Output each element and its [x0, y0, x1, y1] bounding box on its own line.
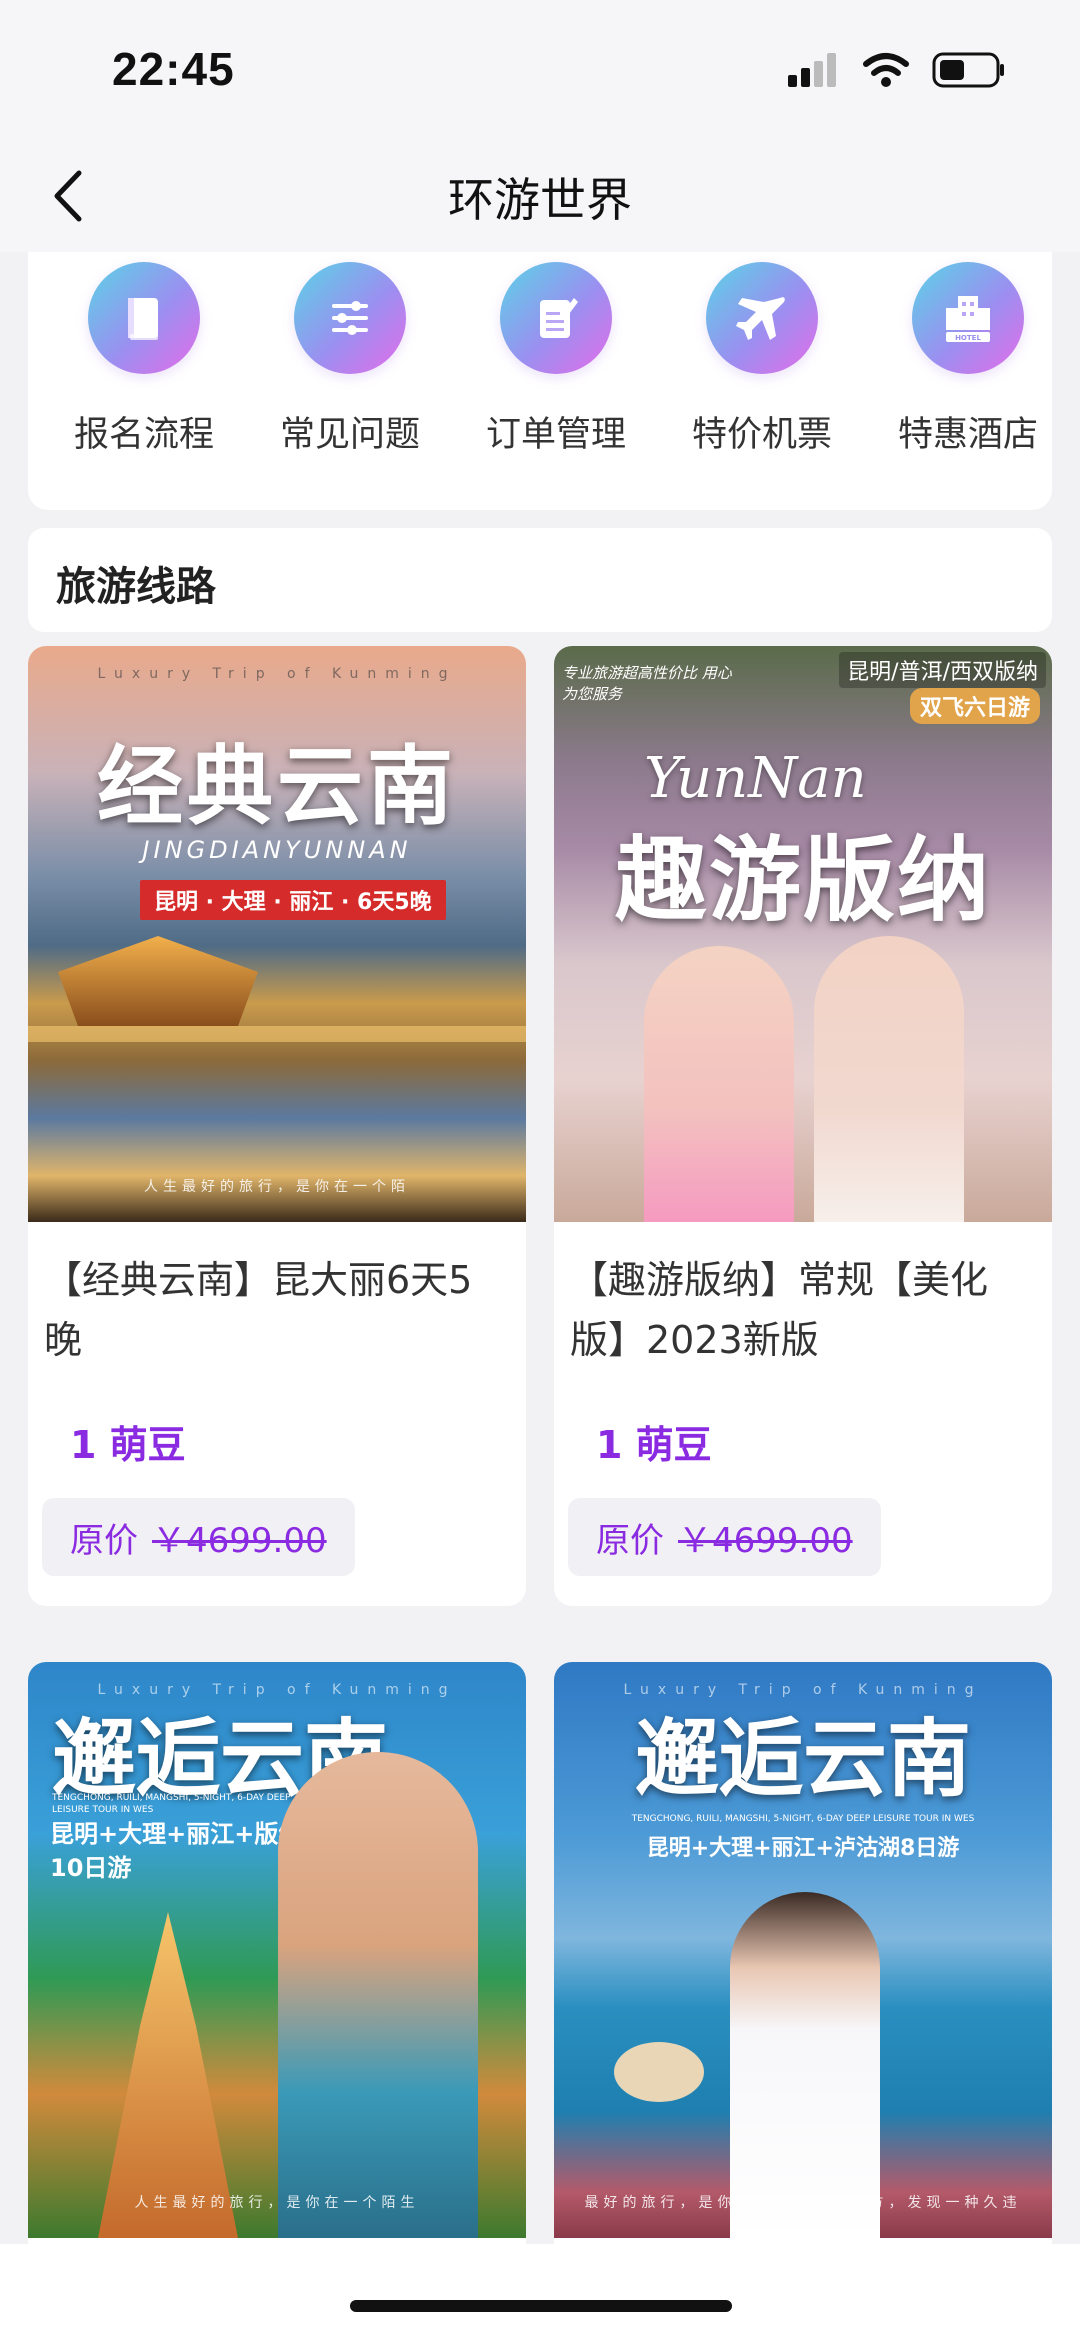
- quick-menu: 报名流程 常见问题 订单管理 特价机票 HOTEL 特惠酒店: [28, 252, 1052, 510]
- product-card[interactable]: Luxury Trip of Kunming 邂逅云南 TENGCHONG, R…: [28, 1662, 526, 2262]
- wifi-icon: [863, 53, 909, 87]
- menu-label: 特价机票: [691, 415, 832, 455]
- status-icons: [788, 52, 1006, 88]
- product-price: 1 萌豆: [596, 1423, 712, 1467]
- home-indicator[interactable]: [350, 2300, 732, 2312]
- menu-label: 订单管理: [485, 415, 626, 455]
- menu-item-faq[interactable]: 常见问题: [250, 262, 450, 457]
- product-poster: Luxury Trip of Kunming 邂逅云南 TENGCHONG, R…: [28, 1662, 526, 2238]
- poster-stupa: [98, 1912, 238, 2238]
- poster-person: [278, 1752, 478, 2238]
- nav-bar: 环游世界: [0, 140, 1080, 252]
- poster-bottom-text: 人生最好的旅行，是你在一个陌生: [134, 2195, 420, 2211]
- poster-days: 10日游: [50, 1854, 132, 1882]
- product-name: 【趣游版纳】常规【美化版】2023新版: [570, 1258, 989, 1362]
- poster-title: 趣游版纳: [614, 826, 991, 934]
- menu-label: 报名流程: [73, 415, 214, 455]
- poster-title: 经典云南: [97, 736, 457, 837]
- original-price-value: ￥4699.00: [152, 1520, 327, 1561]
- poster-pinyin: JINGDIANYUNNAN: [142, 836, 412, 864]
- status-bar: 22:45: [0, 0, 1080, 140]
- poster-bottom-text: 最好的旅行，是你在一个陌生的地方，发现一种久违: [584, 2195, 1022, 2211]
- document-edit-icon: [500, 262, 612, 374]
- original-price-box: 原价 ￥4699.00: [42, 1498, 355, 1576]
- poster-subline: TENGCHONG, RUILI, MANGSHI, 5-NIGHT, 6-DA…: [631, 1814, 975, 1824]
- original-price-box: 原价 ￥4699.00: [568, 1498, 881, 1576]
- poster-bottom-text: 人生最好的旅行，是你在一个陌: [144, 1179, 410, 1195]
- poster-person: [730, 1892, 880, 2238]
- bottom-safe-area: [0, 2244, 1080, 2338]
- product-card[interactable]: Luxury Trip of Kunming 邂逅云南 TENGCHONG, R…: [554, 1662, 1052, 2262]
- poster-slogan: 专业旅游超高性价比 用心为您服务: [562, 664, 732, 703]
- poster-subline: TENGCHONG, RUILI, MANGSHI, 5-NIGHT, 6-DA…: [52, 1793, 291, 1815]
- product-card[interactable]: 昆明/普洱/西双版纳 双飞六日游 专业旅游超高性价比 用心为您服务 YunNan…: [554, 646, 1052, 1606]
- original-price-label: 原价: [596, 1520, 664, 1561]
- menu-item-special-hotels[interactable]: HOTEL 特惠酒店: [868, 262, 1068, 457]
- poster-table: [614, 2042, 704, 2102]
- poster-route: 昆明+大理+丽江+版纳: [50, 1820, 303, 1848]
- section-header: 旅游线路: [28, 528, 1052, 632]
- poster-tagline: Luxury Trip of Kunming: [97, 666, 457, 682]
- status-time: 22:45: [112, 43, 235, 95]
- poster-person-right: [814, 936, 964, 1222]
- cellular-signal-icon: [788, 53, 836, 87]
- menu-item-special-flights[interactable]: 特价机票: [662, 262, 862, 457]
- poster-badge: 双飞六日游: [909, 688, 1040, 724]
- product-card[interactable]: Luxury Trip of Kunming 经典云南 JINGDIANYUNN…: [28, 646, 526, 1606]
- battery-icon: [932, 52, 1004, 88]
- product-poster: Luxury Trip of Kunming 经典云南 JINGDIANYUNN…: [28, 646, 526, 1222]
- poster-person-left: [644, 946, 794, 1222]
- product-poster: Luxury Trip of Kunming 邂逅云南 TENGCHONG, R…: [554, 1662, 1052, 2238]
- sliders-icon: [294, 262, 406, 374]
- section-title: 旅游线路: [56, 564, 216, 610]
- page-title: 环游世界: [448, 173, 632, 227]
- original-price-label: 原价: [70, 1520, 138, 1561]
- menu-label: 特惠酒店: [897, 415, 1038, 455]
- menu-item-order-management[interactable]: 订单管理: [456, 262, 656, 457]
- airplane-icon: [706, 262, 818, 374]
- menu-item-signup-process[interactable]: 报名流程: [44, 262, 244, 457]
- poster-city-lights: [28, 1026, 526, 1042]
- hotel-icon: HOTEL: [912, 262, 1024, 374]
- poster-corner-text: 昆明/普洱/西双版纳: [839, 652, 1046, 688]
- poster-route: 昆明 · 大理 · 丽江 · 6天5晚: [140, 880, 446, 920]
- book-icon: [88, 262, 200, 374]
- menu-label: 常见问题: [279, 415, 420, 455]
- product-name: 【经典云南】昆大丽6天5晚: [44, 1258, 473, 1362]
- poster-script: YunNan: [644, 746, 867, 811]
- svg-text:HOTEL: HOTEL: [955, 334, 981, 342]
- poster-title: 邂逅云南: [634, 1709, 971, 1808]
- product-poster: 昆明/普洱/西双版纳 双飞六日游 专业旅游超高性价比 用心为您服务 YunNan…: [554, 646, 1052, 1222]
- poster-route: 昆明+大理+丽江+泸沽湖8日游: [646, 1836, 960, 1861]
- original-price-value: ￥4699.00: [678, 1520, 853, 1561]
- product-price: 1 萌豆: [70, 1423, 186, 1467]
- poster-pagoda: [58, 936, 258, 1026]
